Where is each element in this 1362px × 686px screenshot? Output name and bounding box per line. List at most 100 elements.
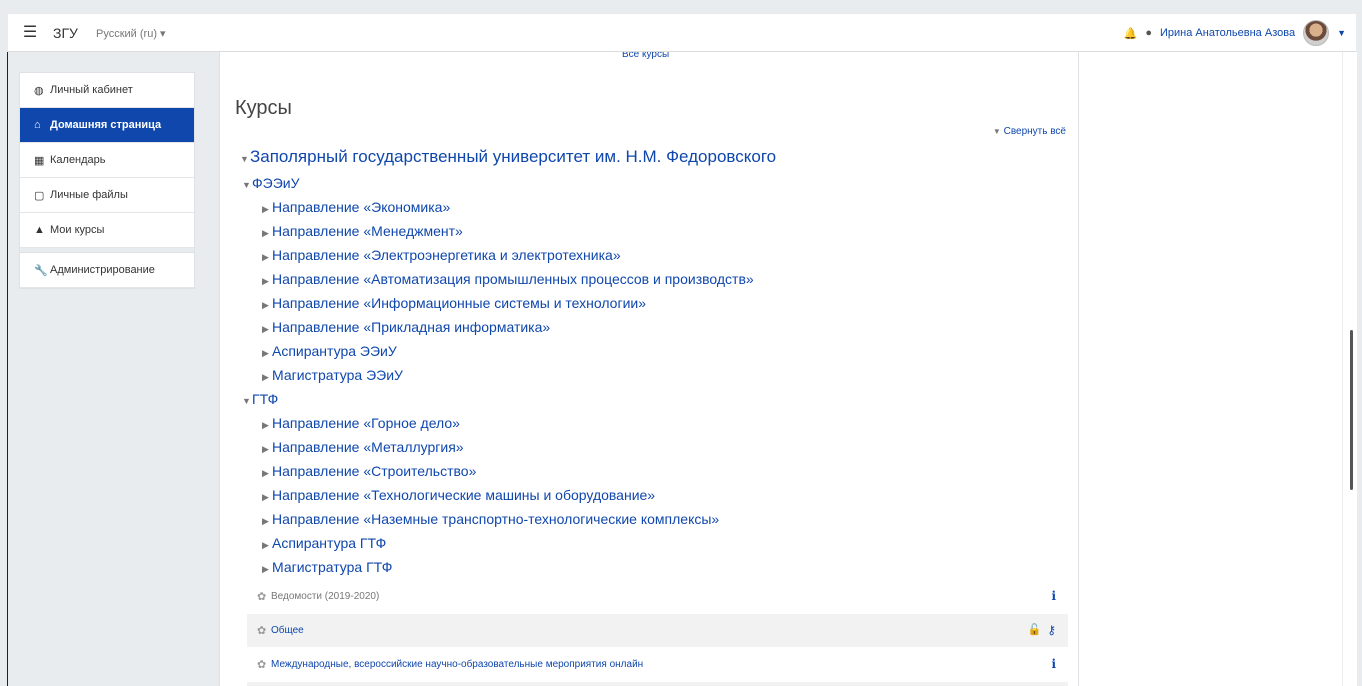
category-item[interactable]: ▶ Направление «Автоматизация промышленных… [262, 271, 754, 287]
course-link[interactable]: Международные, всероссийские научно-обра… [271, 659, 643, 670]
collapse-all-label: Свернуть всё [1003, 126, 1066, 137]
course-row [247, 682, 1068, 686]
category-label: Направление «Наземные транспортно-технол… [272, 511, 720, 527]
bell-icon[interactable]: 🔔 [1124, 27, 1138, 40]
graduation-cap-icon: ▲ [34, 224, 45, 236]
category-item[interactable]: ▶ Направление «Строительство» [262, 463, 476, 479]
sidebar-nav: ◍ Личный кабинет ⌂ Домашняя страница ▦ К… [19, 72, 195, 289]
user-nav: 🔔 ● Ирина Анатольевна Азова ▼ [1124, 20, 1346, 46]
caret-down-icon: ▼ [242, 180, 251, 190]
category-label: ФЭЭиУ [252, 175, 300, 191]
sidebar-item-files[interactable]: ▢ Личные файлы [20, 178, 194, 213]
caret-down-icon: ▼ [240, 154, 249, 164]
course-actions: 🔓 ⚷ [1028, 623, 1057, 637]
category-label: Направление «Экономика» [272, 199, 451, 215]
category-label: Направление «Строительство» [272, 463, 477, 479]
category-item[interactable]: ▶ Направление «Наземные транспортно-техно… [262, 511, 719, 527]
course-row: ✿ Ведомости (2019-2020) i [247, 580, 1068, 613]
all-courses-link[interactable]: Все курсы [622, 52, 669, 62]
sidebar-item-label: Личные файлы [50, 189, 128, 201]
category-label: Заполярный государственный университет и… [250, 147, 777, 166]
dashboard-icon: ◍ [34, 84, 44, 97]
category-group-gtf[interactable]: ▼ГТФ [242, 391, 278, 407]
category-label: Магистратура ГТФ [272, 559, 393, 575]
course-link[interactable]: Ведомости (2019-2020) [271, 591, 379, 602]
category-item[interactable]: ▶ Направление «Технологические машины и о… [262, 487, 655, 503]
page-title: Курсы [235, 97, 292, 119]
sidebar-item-dashboard[interactable]: ◍ Личный кабинет [20, 73, 194, 108]
category-label: Направление «Горное дело» [272, 415, 460, 431]
category-label: Направление «Электроэнергетика и электро… [272, 247, 621, 263]
caret-right-icon: ▶ [262, 444, 269, 454]
category-item[interactable]: ▶ Направление «Информационные системы и т… [262, 295, 646, 311]
category-item[interactable]: ▶ Направление «Металлургия» [262, 439, 464, 455]
course-row: ✿ Общее 🔓 ⚷ [247, 614, 1068, 647]
category-item[interactable]: ▶ Направление «Менеджмент» [262, 223, 463, 239]
category-item[interactable]: ▶ Аспирантура ЭЭиУ [262, 343, 397, 359]
sidebar-item-my-courses[interactable]: ▲ Мои курсы [20, 213, 194, 248]
key-icon[interactable]: ⚷ [1047, 623, 1056, 637]
scrollbar-thumb[interactable] [1350, 330, 1353, 490]
category-label: Направление «Автоматизация промышленных … [272, 271, 754, 287]
category-label: Аспирантура ГТФ [272, 535, 387, 551]
top-navbar: ☰ ЗГУ Русский (ru) ▾ 🔔 ● Ирина Анатольев… [8, 14, 1356, 52]
info-icon[interactable]: i [1051, 657, 1056, 671]
chat-icon[interactable]: ● [1145, 27, 1152, 39]
sidebar-item-administration[interactable]: 🔧 Администрирование [20, 253, 194, 288]
sidebar-item-label: Домашняя страница [50, 119, 162, 131]
course-link[interactable]: Общее [271, 625, 304, 636]
caret-right-icon: ▶ [262, 540, 269, 550]
user-name[interactable]: Ирина Анатольевна Азова [1160, 27, 1295, 39]
calendar-icon: ▦ [34, 154, 45, 167]
category-item[interactable]: ▶ Магистратура ЭЭиУ [262, 367, 403, 383]
site-brand[interactable]: ЗГУ [53, 25, 78, 41]
category-label: Направление «Менеджмент» [272, 223, 463, 239]
category-item[interactable]: ▶ Направление «Горное дело» [262, 415, 460, 431]
sidebar-item-home[interactable]: ⌂ Домашняя страница [20, 108, 194, 143]
sidebar-item-label: Личный кабинет [50, 84, 133, 96]
frame-edge [7, 52, 8, 686]
category-item[interactable]: ▶ Направление «Экономика» [262, 199, 450, 215]
category-item[interactable]: ▶ Направление «Электроэнергетика и электр… [262, 247, 621, 263]
menu-icon[interactable]: ☰ [18, 21, 42, 45]
file-icon: ▢ [34, 189, 45, 202]
home-icon: ⌂ [34, 119, 41, 131]
course-icon: ✿ [257, 659, 267, 671]
caret-right-icon: ▶ [262, 324, 269, 334]
language-selector[interactable]: Русский (ru) ▾ [96, 27, 166, 40]
category-item[interactable]: ▶ Направление «Прикладная информатика» [262, 319, 550, 335]
caret-right-icon: ▶ [262, 564, 269, 574]
sidebar-item-label: Мои курсы [50, 224, 105, 236]
course-row: ✿ Международные, всероссийские научно-об… [247, 648, 1068, 681]
lock-icon: 🔓 [1027, 624, 1042, 636]
category-group-feeiu[interactable]: ▼ФЭЭиУ [242, 175, 299, 191]
collapse-caret-icon: ▼ [992, 127, 1001, 136]
user-caret-icon[interactable]: ▼ [1337, 28, 1346, 38]
caret-right-icon: ▶ [262, 204, 269, 214]
caret-right-icon: ▶ [262, 276, 269, 286]
category-label: Направление «Прикладная информатика» [272, 319, 551, 335]
caret-down-icon: ▼ [242, 396, 251, 406]
avatar[interactable] [1303, 20, 1330, 46]
category-item[interactable]: ▶ Магистратура ГТФ [262, 559, 392, 575]
category-root[interactable]: ▼Заполярный государственный университет … [240, 147, 776, 167]
collapse-all-link[interactable]: ▼ Свернуть всё [993, 126, 1066, 137]
caret-right-icon: ▶ [262, 372, 269, 382]
category-label: Направление «Металлургия» [272, 439, 464, 455]
caret-right-icon: ▶ [262, 252, 269, 262]
category-label: Направление «Технологические машины и об… [272, 487, 656, 503]
caret-right-icon: ▶ [262, 300, 269, 310]
course-icon: ✿ [257, 591, 267, 603]
caret-right-icon: ▶ [262, 468, 269, 478]
right-panel [1079, 52, 1342, 686]
sidebar-item-calendar[interactable]: ▦ Календарь [20, 143, 194, 178]
category-label: Направление «Информационные системы и те… [272, 295, 646, 311]
caret-right-icon: ▶ [262, 420, 269, 430]
course-actions: i [1051, 657, 1056, 671]
wrench-icon: 🔧 [34, 264, 48, 277]
sidebar-item-label: Администрирование [50, 264, 155, 276]
caret-right-icon: ▶ [262, 516, 269, 526]
info-icon[interactable]: i [1051, 589, 1056, 603]
window-frame [0, 0, 1362, 14]
category-item[interactable]: ▶ Аспирантура ГТФ [262, 535, 386, 551]
